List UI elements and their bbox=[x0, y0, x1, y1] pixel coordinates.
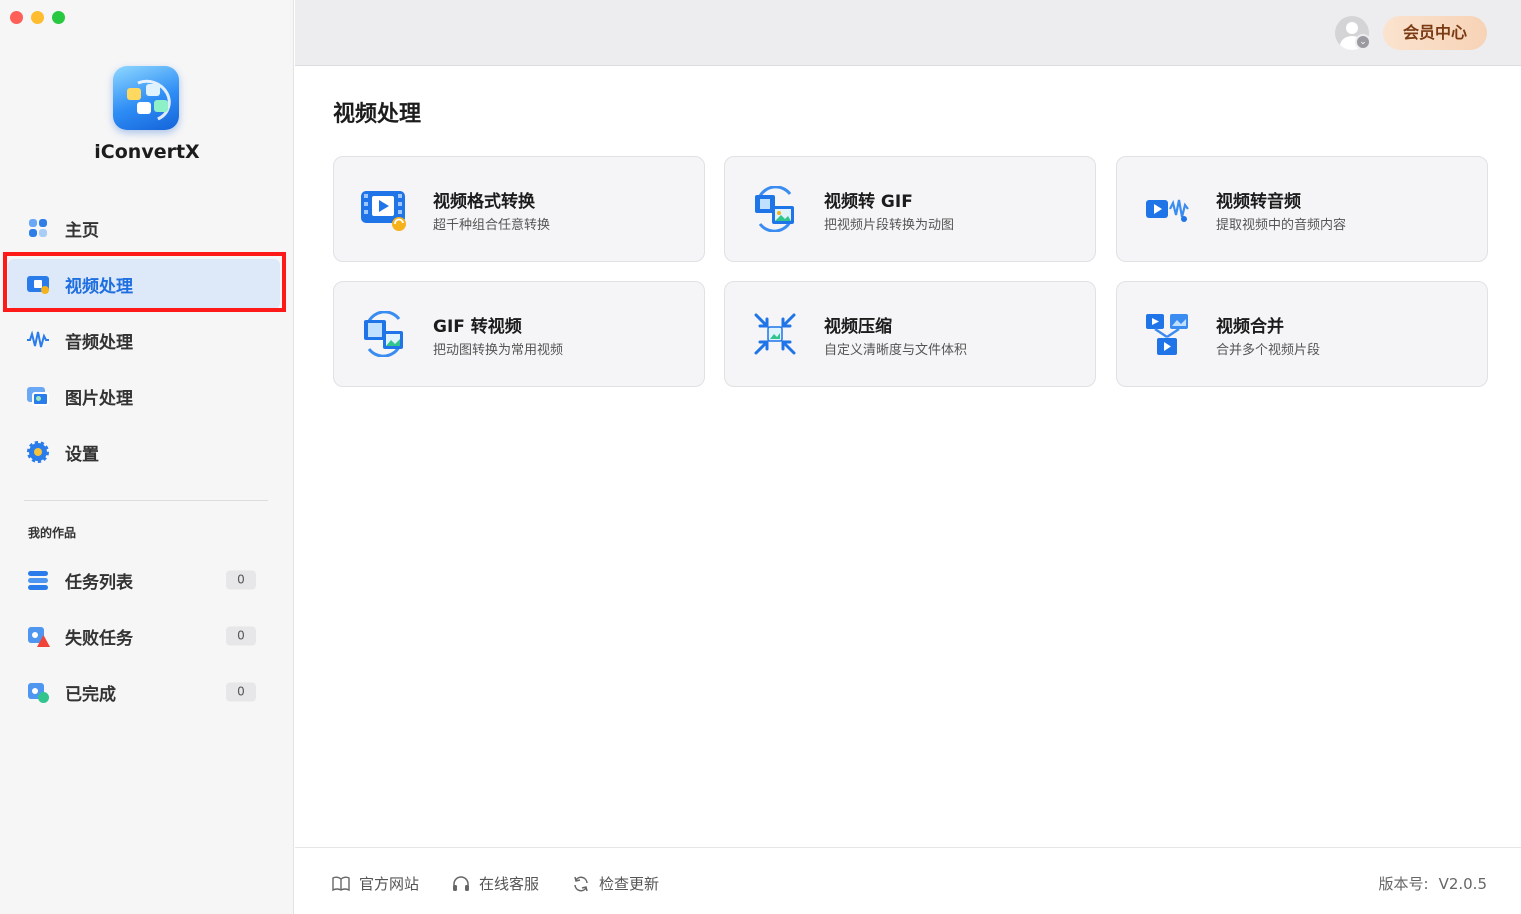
card-description: 提取视频中的音频内容 bbox=[1216, 218, 1347, 233]
top-bar: ⌄ 会员中心 bbox=[295, 0, 1521, 66]
video-icon bbox=[26, 272, 50, 296]
refresh-icon bbox=[572, 875, 590, 893]
sidebar-divider bbox=[24, 500, 268, 501]
footer: 官方网站 在线客服 检查更新 版本号: V2.0.5 bbox=[295, 847, 1521, 914]
card-title: 视频压缩 bbox=[824, 317, 892, 337]
close-window-button[interactable] bbox=[10, 11, 23, 24]
card-description: 超千种组合任意转换 bbox=[433, 218, 551, 233]
check-update-link[interactable]: 检查更新 bbox=[572, 873, 659, 894]
card-title: 视频转 GIF bbox=[824, 192, 913, 212]
merge-icon bbox=[1142, 311, 1192, 357]
home-icon bbox=[26, 216, 50, 240]
sidebar-item-completed[interactable]: 已完成 0 bbox=[8, 667, 280, 717]
sidebar-item-settings[interactable]: 设置 bbox=[8, 427, 280, 477]
minimize-window-button[interactable] bbox=[31, 11, 44, 24]
sidebar-item-home[interactable]: 主页 bbox=[8, 203, 280, 253]
sidebar-item-audio[interactable]: 音频处理 bbox=[8, 315, 280, 365]
works-section-label: 我的作品 bbox=[28, 526, 77, 540]
avatar-status-icon: ⌄ bbox=[1355, 34, 1371, 50]
card-description: 把动图转换为常用视频 bbox=[433, 343, 564, 358]
sidebar-item-label: 任务列表 bbox=[65, 572, 133, 593]
image-icon bbox=[26, 384, 50, 408]
book-icon bbox=[332, 875, 350, 893]
card-video-format-convert[interactable]: 视频格式转换 超千种组合任意转换 bbox=[333, 156, 705, 262]
footer-link-label: 检查更新 bbox=[599, 875, 660, 893]
version-info: 版本号: V2.0.5 bbox=[1379, 873, 1488, 894]
card-title: 视频转音频 bbox=[1216, 192, 1301, 212]
gif-to-video-icon bbox=[359, 310, 409, 358]
sidebar-item-label: 主页 bbox=[65, 220, 99, 241]
sidebar-item-label: 图片处理 bbox=[65, 388, 133, 409]
card-description: 自定义清晰度与文件体积 bbox=[824, 343, 968, 358]
card-video-to-audio[interactable]: 视频转音频 提取视频中的音频内容 bbox=[1116, 156, 1488, 262]
count-badge: 0 bbox=[226, 626, 256, 646]
footer-link-label: 官方网站 bbox=[359, 875, 420, 893]
sidebar-item-failed-tasks[interactable]: 失败任务 0 bbox=[8, 611, 280, 661]
video-to-gif-icon bbox=[750, 185, 800, 233]
sidebar-item-label: 设置 bbox=[65, 444, 99, 465]
count-badge: 0 bbox=[226, 570, 256, 590]
official-website-link[interactable]: 官方网站 bbox=[332, 873, 419, 894]
headset-icon bbox=[452, 875, 470, 893]
sidebar-item-video[interactable]: 视频处理 bbox=[8, 259, 280, 309]
card-description: 合并多个视频片段 bbox=[1216, 343, 1321, 358]
audio-wave-icon bbox=[26, 328, 50, 352]
gear-icon bbox=[26, 440, 50, 464]
sidebar-item-label: 音频处理 bbox=[65, 332, 133, 353]
window-controls bbox=[10, 11, 65, 24]
completed-icon bbox=[26, 680, 50, 704]
compress-icon bbox=[750, 311, 800, 357]
online-support-link[interactable]: 在线客服 bbox=[452, 873, 539, 894]
zoom-window-button[interactable] bbox=[52, 11, 65, 24]
card-video-to-gif[interactable]: 视频转 GIF 把视频片段转换为动图 bbox=[724, 156, 1096, 262]
page-title: 视频处理 bbox=[333, 102, 422, 127]
footer-link-label: 在线客服 bbox=[479, 875, 540, 893]
failed-task-icon bbox=[26, 624, 50, 648]
card-gif-to-video[interactable]: GIF 转视频 把动图转换为常用视频 bbox=[333, 281, 705, 387]
version-label: 版本号: bbox=[1378, 875, 1429, 893]
video-to-audio-icon bbox=[1142, 186, 1192, 232]
card-video-compress[interactable]: 视频压缩 自定义清晰度与文件体积 bbox=[724, 281, 1096, 387]
card-title: 视频合并 bbox=[1216, 317, 1284, 337]
sidebar-item-label: 已完成 bbox=[65, 684, 116, 705]
task-list-icon bbox=[26, 568, 50, 592]
sidebar-item-task-list[interactable]: 任务列表 0 bbox=[8, 555, 280, 605]
member-center-button[interactable]: 会员中心 bbox=[1383, 16, 1487, 50]
card-video-merge[interactable]: 视频合并 合并多个视频片段 bbox=[1116, 281, 1488, 387]
count-badge: 0 bbox=[226, 682, 256, 702]
app-name: iConvertX bbox=[94, 141, 200, 163]
card-description: 把视频片段转换为动图 bbox=[824, 218, 955, 233]
sidebar-item-label: 失败任务 bbox=[65, 628, 133, 649]
video-convert-icon bbox=[359, 186, 409, 232]
sidebar-item-label: 视频处理 bbox=[65, 276, 133, 297]
sidebar-item-image[interactable]: 图片处理 bbox=[8, 371, 280, 421]
sidebar: iConvertX 主页 视频处理 音频处理 图片处理 设置 我的作品 任务列表… bbox=[0, 0, 294, 914]
card-title: 视频格式转换 bbox=[433, 192, 535, 212]
version-value: V2.0.5 bbox=[1438, 875, 1487, 893]
card-title: GIF 转视频 bbox=[433, 317, 522, 337]
app-logo-icon bbox=[113, 66, 179, 130]
